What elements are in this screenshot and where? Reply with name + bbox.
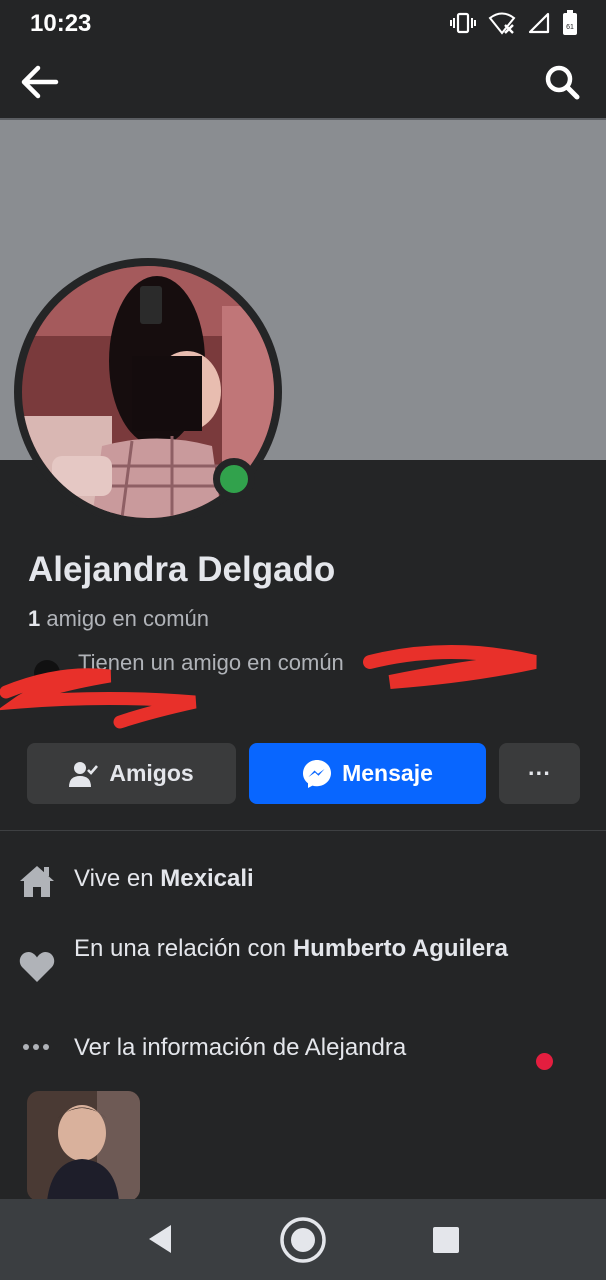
redaction-scribble [0,645,537,729]
profile-name: Alejandra Delgado [28,550,336,589]
lives-prefix: Vive en [74,865,154,892]
ellipsis-icon [23,1044,49,1050]
friends-button[interactable]: Amigos [27,743,236,804]
status-bar: 10:23 61 [0,0,606,46]
more-horizontal-icon: ··· [528,760,551,786]
battery-percent: 61 [566,24,574,31]
see-info-link[interactable]: Ver la información de Alejandra [74,1031,544,1065]
home-icon [20,866,54,897]
search-icon [545,65,580,100]
user-check-icon [69,761,99,787]
nav-recents-icon[interactable] [432,1226,460,1254]
nav-home-icon[interactable] [279,1216,327,1264]
mutual-friends-count[interactable]: 1 amigo en común [28,606,209,632]
arrow-left-icon [21,65,59,99]
android-nav-bar [0,1199,606,1280]
back-button[interactable] [18,62,62,102]
relationship-partner[interactable]: Humberto Aguilera [293,935,508,962]
profile-avatar[interactable] [14,258,282,526]
vibrate-icon [450,12,476,34]
heart-icon [19,952,55,982]
friends-button-label: Amigos [109,760,194,786]
relationship-prefix: En una relación con [74,935,287,962]
notification-dot [536,1053,553,1070]
message-button-label: Mensaje [342,760,433,786]
status-time: 10:23 [30,10,92,37]
section-divider [0,830,606,831]
battery-icon: 61 [563,10,577,35]
messenger-icon [303,759,332,788]
mutual-count-number: 1 [28,606,41,631]
top-nav [0,46,606,118]
status-icons: 61 [450,10,578,36]
info-relationship-text: En una relación con Humberto Aguilera [74,932,544,966]
more-options-button[interactable]: ··· [499,743,580,804]
info-lives-text: Vive en Mexicali [74,862,544,896]
online-status-dot [213,458,255,500]
lives-city[interactable]: Mexicali [160,865,253,892]
photo-thumbnail[interactable] [27,1091,140,1201]
mutual-count-label: amigo en común [46,606,210,631]
signal-icon [528,12,550,34]
nav-back-icon[interactable] [145,1223,175,1255]
wifi-off-icon [488,12,516,35]
search-button[interactable] [542,62,582,102]
message-button[interactable]: Mensaje [249,743,486,804]
